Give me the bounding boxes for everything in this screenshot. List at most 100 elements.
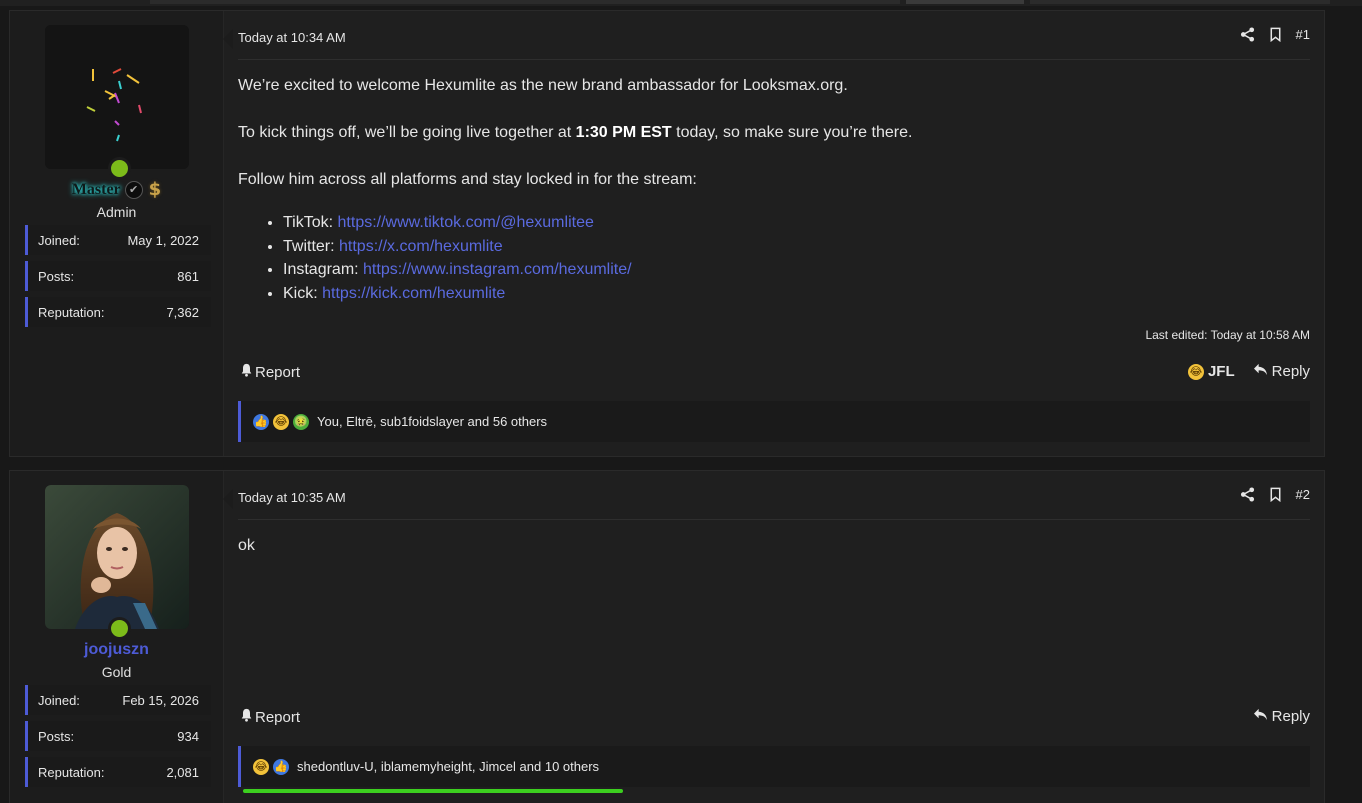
text-segment: today, so make sure you’re there. [671, 124, 913, 141]
list-item-instagram: Instagram: https://www.instagram.com/hex… [283, 258, 912, 282]
list-item-twitter: Twitter: https://x.com/hexumlite [283, 235, 912, 259]
bookmark-icon[interactable] [1269, 487, 1282, 502]
stat-label: Reputation: [38, 304, 105, 320]
top-bar-segment [150, 0, 900, 4]
post-date[interactable]: Today at 10:34 AM [238, 30, 346, 45]
body-paragraph: We’re excited to welcome Hexumlite as th… [238, 77, 848, 94]
stat-reputation: Reputation: 2,081 [25, 757, 211, 787]
reply-label: Reply [1271, 708, 1310, 725]
link-label: Kick: [283, 284, 323, 302]
stat-joined: Joined: Feb 15, 2026 [25, 685, 211, 715]
stat-label: Posts: [38, 728, 75, 744]
post-2-content: Today at 10:35 AM #2 ok Report Reply 😂 👍… [238, 471, 1310, 803]
laugh-cry-icon: 😂 [1187, 363, 1204, 380]
post-1-user-column: Master ✔ $ Admin Joined: May 1, 2022 Posts… [10, 11, 224, 456]
bold-time: 1:30 PM EST [575, 124, 672, 141]
stat-joined: Joined: May 1, 2022 [25, 225, 211, 255]
last-edited: Last edited: Today at 10:58 AM [1145, 328, 1310, 342]
post-footer: Report 😂 JFL Reply [238, 363, 1310, 385]
jfl-reaction-button[interactable]: 😂 JFL [1187, 363, 1235, 380]
top-bar-segment [1030, 0, 1330, 4]
stat-value: 7,362 [166, 304, 199, 320]
user-column-arrow [223, 489, 233, 509]
avatar-master[interactable] [45, 25, 189, 169]
online-status-dot [108, 157, 131, 180]
post-body: ok [238, 535, 255, 582]
list-item-tiktok: TikTok: https://www.tiktok.com/@hexumlit… [283, 211, 912, 235]
report-button[interactable]: Report [240, 363, 300, 381]
body-paragraph: Follow him across all platforms and stay… [238, 171, 697, 188]
username-joojuszn[interactable]: joojuszn [10, 639, 223, 661]
avatar-portrait-image [45, 485, 189, 629]
user-stats: Joined: Feb 15, 2026 Posts: 934 Reputati… [25, 685, 211, 793]
list-item-kick: Kick: https://kick.com/hexumlite [283, 282, 912, 306]
post-number[interactable]: #2 [1296, 487, 1310, 502]
body-paragraph: To kick things off, we’ll be going live … [238, 122, 912, 144]
report-button[interactable]: Report [240, 708, 300, 726]
stat-value: Feb 15, 2026 [122, 692, 199, 708]
text-segment: To kick things off, we’ll be going live … [238, 124, 576, 141]
reply-label: Reply [1271, 363, 1310, 380]
tiktok-link[interactable]: https://www.tiktok.com/@hexumlitee [338, 214, 594, 231]
report-label: Report [255, 363, 301, 381]
like-icon: 👍 [273, 758, 289, 775]
post-date[interactable]: Today at 10:35 AM [238, 490, 346, 505]
stat-label: Joined: [38, 232, 80, 248]
jfl-label: JFL [1207, 363, 1235, 380]
share-icon[interactable] [1240, 27, 1255, 42]
post-footer: Report Reply [238, 708, 1310, 730]
post-1: Master ✔ $ Admin Joined: May 1, 2022 Posts… [9, 10, 1325, 457]
username-text[interactable]: Master [72, 181, 121, 198]
green-underline-indicator [243, 789, 623, 793]
reply-button[interactable]: Reply [1253, 363, 1310, 380]
post-number[interactable]: #1 [1296, 27, 1310, 42]
sick-face-icon: 🤢 [293, 413, 309, 430]
twitter-link[interactable]: https://x.com/hexumlite [339, 238, 503, 255]
bell-icon [240, 708, 253, 726]
dollar-badge-icon: $ [148, 179, 162, 201]
body-paragraph: ok [238, 537, 255, 554]
verified-check-icon: ✔ [124, 181, 143, 200]
bookmark-icon[interactable] [1269, 27, 1282, 42]
user-column-arrow [223, 29, 233, 49]
user-title: Gold [101, 664, 132, 680]
link-label: TikTok: [283, 214, 338, 231]
link-label: Twitter: [283, 237, 340, 255]
header-divider [238, 59, 1310, 60]
reactions-bar[interactable]: 👍 😂 🤢 You, Eltrē, sub1foidslayer and 56 … [238, 401, 1310, 442]
kick-link[interactable]: https://kick.com/hexumlite [322, 285, 505, 302]
instagram-link[interactable]: https://www.instagram.com/hexumlite/ [363, 261, 632, 278]
avatar-joojuszn[interactable] [45, 485, 189, 629]
report-label: Report [255, 708, 301, 726]
reactions-text[interactable]: You, Eltrē, sub1foidslayer and 56 others [317, 414, 547, 429]
post-2: joojuszn Gold Joined: Feb 15, 2026 Posts… [9, 470, 1325, 803]
post-body: We’re excited to welcome Hexumlite as th… [238, 75, 912, 305]
top-bar-segment-active [906, 0, 1024, 4]
user-title: Admin [96, 204, 137, 220]
laugh-cry-icon: 😂 [273, 413, 289, 430]
reactions-text[interactable]: shedontluv-U, iblamemyheight, Jimcel and… [297, 759, 599, 774]
user-stats: Joined: May 1, 2022 Posts: 861 Reputatio… [25, 225, 211, 333]
bell-icon [240, 363, 253, 381]
link-label: Instagram: [283, 261, 364, 278]
stat-label: Joined: [38, 692, 80, 708]
stat-label: Posts: [38, 268, 75, 284]
like-icon: 👍 [253, 413, 269, 430]
stat-posts: Posts: 934 [25, 721, 211, 751]
stat-value: May 1, 2022 [127, 232, 199, 248]
post-right-actions: Reply [1253, 708, 1310, 725]
top-bar [0, 0, 1362, 6]
stat-posts: Posts: 861 [25, 261, 211, 291]
stat-label: Reputation: [38, 764, 105, 780]
username-master[interactable]: Master ✔ $ [10, 179, 223, 201]
reactions-bar[interactable]: 😂 👍 shedontluv-U, iblamemyheight, Jimcel… [238, 746, 1310, 787]
reply-arrow-icon [1253, 363, 1268, 380]
stat-value: 2,081 [166, 764, 199, 780]
stat-value: 861 [177, 268, 199, 284]
post-actions: #1 [1240, 27, 1310, 42]
laugh-cry-icon: 😂 [253, 758, 269, 775]
share-icon[interactable] [1240, 487, 1255, 502]
header-divider [238, 519, 1310, 520]
online-status-dot [108, 617, 131, 640]
reply-button[interactable]: Reply [1253, 708, 1310, 725]
